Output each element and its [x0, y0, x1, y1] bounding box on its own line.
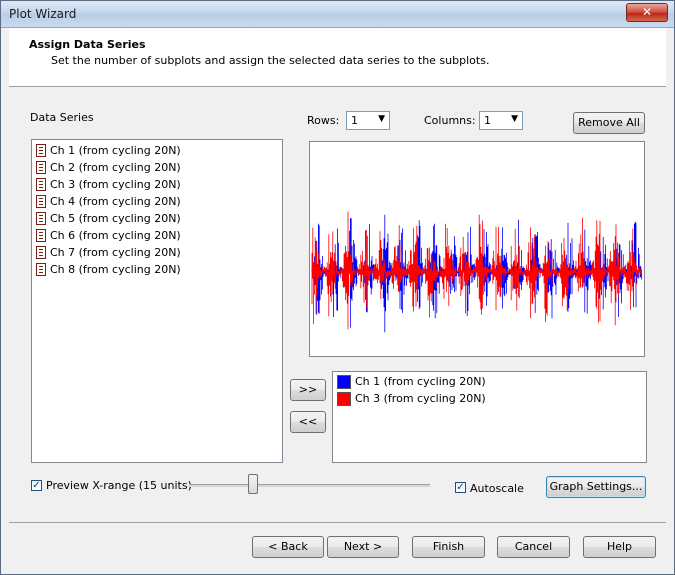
assigned-series-item[interactable]: Ch 3 (from cycling 20N) — [337, 390, 486, 407]
preview-chart — [311, 211, 642, 333]
assigned-series-label: Ch 1 (from cycling 20N) — [355, 375, 486, 388]
data-series-item-label: Ch 3 (from cycling 20N) — [50, 178, 181, 191]
data-series-icon — [36, 178, 46, 191]
data-series-icon — [36, 161, 46, 174]
columns-select[interactable]: 1 ▼ — [479, 111, 523, 130]
cancel-button[interactable]: Cancel — [497, 536, 570, 558]
title-bar[interactable]: Plot Wizard ✕ — [1, 1, 674, 28]
back-button[interactable]: < Back — [252, 536, 324, 558]
data-series-item-label: Ch 5 (from cycling 20N) — [50, 212, 181, 225]
data-series-item-label: Ch 2 (from cycling 20N) — [50, 161, 181, 174]
preview-checkbox[interactable]: ✓ — [31, 480, 42, 491]
data-series-item[interactable]: Ch 8 (from cycling 20N) — [36, 261, 181, 278]
data-series-icon — [36, 229, 46, 242]
data-series-icon — [36, 212, 46, 225]
remove-all-button[interactable]: Remove All — [573, 112, 645, 134]
rows-select[interactable]: 1 ▼ — [346, 111, 390, 130]
help-button[interactable]: Help — [583, 536, 656, 558]
step-subtitle: Set the number of subplots and assign th… — [51, 54, 490, 67]
data-series-item[interactable]: Ch 6 (from cycling 20N) — [36, 227, 181, 244]
close-icon: ✕ — [641, 5, 653, 19]
series-color-swatch — [337, 374, 351, 389]
preview-slider-track[interactable] — [190, 484, 430, 487]
close-button[interactable]: ✕ — [626, 3, 668, 22]
columns-value: 1 — [484, 114, 491, 127]
add-series-button[interactable]: >> — [290, 379, 326, 401]
data-series-icon — [36, 263, 46, 276]
wizard-body: Data Series Ch 1 (from cycling 20N) Ch 2 … — [9, 87, 666, 523]
plot-wizard-window: Plot Wizard ✕ Assign Data Series Set the… — [0, 0, 675, 575]
assigned-series-list[interactable]: Ch 1 (from cycling 20N) Ch 3 (from cyclin… — [332, 371, 647, 463]
data-series-item-label: Ch 1 (from cycling 20N) — [50, 144, 181, 157]
assigned-series-label: Ch 3 (from cycling 20N) — [355, 392, 486, 405]
assigned-series-item[interactable]: Ch 1 (from cycling 20N) — [337, 373, 486, 390]
finish-button[interactable]: Finish — [412, 536, 485, 558]
chevron-down-icon: ▼ — [511, 114, 518, 124]
data-series-item[interactable]: Ch 1 (from cycling 20N) — [36, 142, 181, 159]
step-title: Assign Data Series — [29, 38, 146, 51]
autoscale-checkbox[interactable]: ✓ — [455, 482, 466, 493]
data-series-icon — [36, 246, 46, 259]
remove-series-button[interactable]: << — [290, 411, 326, 433]
autoscale-label: Autoscale — [470, 482, 524, 495]
data-series-item[interactable]: Ch 2 (from cycling 20N) — [36, 159, 181, 176]
rows-label: Rows: — [307, 114, 340, 127]
data-series-icon — [36, 195, 46, 208]
columns-label: Columns: — [424, 114, 476, 127]
series-color-swatch — [337, 391, 351, 406]
next-button[interactable]: Next > — [327, 536, 399, 558]
preview-slider-thumb[interactable] — [247, 474, 258, 494]
data-series-icon — [36, 144, 46, 157]
data-series-label: Data Series — [30, 111, 94, 124]
data-series-item[interactable]: Ch 3 (from cycling 20N) — [36, 176, 181, 193]
graph-settings-button[interactable]: Graph Settings... — [546, 476, 646, 498]
data-series-list[interactable]: Ch 1 (from cycling 20N) Ch 2 (from cyclin… — [31, 139, 283, 463]
data-series-item[interactable]: Ch 4 (from cycling 20N) — [36, 193, 181, 210]
data-series-item-label: Ch 8 (from cycling 20N) — [50, 263, 181, 276]
rows-value: 1 — [351, 114, 358, 127]
data-series-item-label: Ch 7 (from cycling 20N) — [50, 246, 181, 259]
window-title: Plot Wizard — [9, 7, 77, 21]
wizard-header: Assign Data Series Set the number of sub… — [9, 28, 666, 87]
chevron-down-icon: ▼ — [378, 114, 385, 124]
data-series-item[interactable]: Ch 5 (from cycling 20N) — [36, 210, 181, 227]
series-line-ch3 — [311, 211, 642, 330]
subplot-preview — [309, 141, 645, 357]
data-series-item[interactable]: Ch 7 (from cycling 20N) — [36, 244, 181, 261]
data-series-item-label: Ch 4 (from cycling 20N) — [50, 195, 181, 208]
data-series-item-label: Ch 6 (from cycling 20N) — [50, 229, 181, 242]
preview-label: Preview X-range (15 units) — [46, 479, 192, 492]
